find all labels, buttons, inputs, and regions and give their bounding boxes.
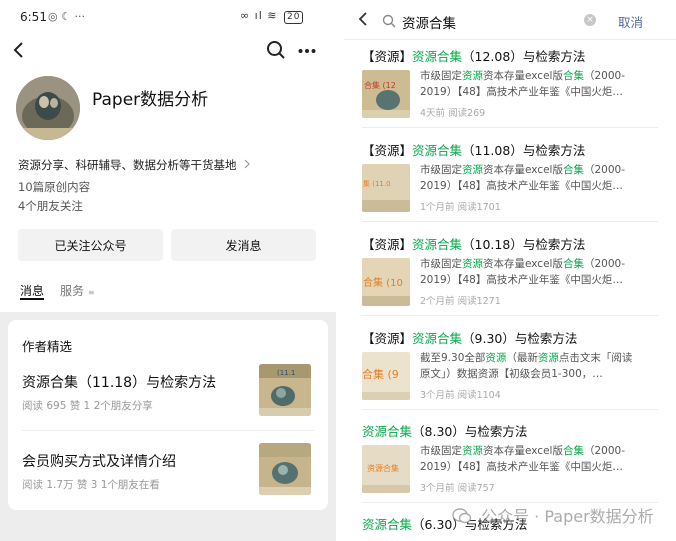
result-meta: 1个月前 阅读1701	[420, 202, 501, 213]
thumb-text: 合集 (10	[363, 276, 403, 289]
battery-icon: 20	[284, 11, 304, 24]
author-picks-card: 作者精选 资源合集（11.18）与检索方法 阅读 695 赞 1 2个朋友分享 …	[8, 320, 328, 510]
wechat-icon	[452, 507, 472, 528]
thumb-text: 集 (11.0	[363, 179, 391, 188]
result-snippet: 市级固定资源资本存量excel版合集（2000-2019）【48】高技术产业年鉴…	[420, 445, 625, 473]
account-avatar[interactable]	[16, 76, 80, 140]
result-title: 【资源】资源合集（9.30）与检索方法	[362, 331, 578, 346]
chevron-right-icon	[244, 158, 251, 172]
result-title: 【资源】资源合集（11.08）与检索方法	[362, 143, 586, 158]
divider	[362, 221, 658, 222]
back-icon[interactable]	[358, 11, 368, 32]
pick-item[interactable]: 会员购买方式及详情介绍 阅读 1.7万 赞 3 1个朋友在看	[22, 451, 222, 492]
result-title: 【资源】资源合集（12.08）与检索方法	[362, 49, 586, 64]
cancel-button[interactable]: 取消	[618, 12, 643, 31]
tab-services[interactable]: 服务 ≡	[60, 282, 95, 299]
thumb-text: 合集 (12	[364, 80, 396, 90]
pick-title: 会员购买方式及详情介绍	[22, 454, 176, 470]
signal-wifi-icons: ∞ ıl ≋	[240, 9, 278, 22]
thumb-text: 合集 (9	[362, 367, 399, 381]
result-thumbnail: 集 (11.0	[362, 164, 410, 212]
pick-item[interactable]: 资源合集（11.18）与检索方法 阅读 695 赞 1 2个朋友分享	[22, 372, 222, 413]
divider	[22, 430, 314, 431]
divider	[362, 127, 658, 128]
pick-thumbnail[interactable]: (11.1	[259, 364, 311, 416]
result-item[interactable]: 【资源】资源合集（11.08）与检索方法	[362, 140, 585, 159]
watermark-text: 公众号 · Paper数据分析	[481, 507, 654, 526]
account-profile-panel: 6:51 ◎ ☾ ··· ∞ ıl ≋ 20 Paper数据分析 资源分享、科研…	[0, 0, 336, 541]
watermark: 公众号 · Paper数据分析	[452, 503, 654, 528]
result-thumbnail: 合集 (9	[362, 352, 410, 400]
status-time: 6:51	[20, 10, 47, 24]
more-options-icon[interactable]	[298, 38, 316, 59]
result-title: 【资源】资源合集（10.18）与检索方法	[362, 237, 586, 252]
pick-thumbnail[interactable]	[259, 443, 311, 495]
result-snippet: 市级固定资源资本存量excel版合集（2000-2019）【48】高技术产业年鉴…	[420, 258, 625, 286]
result-item[interactable]: 【资源】资源合集（12.08）与检索方法	[362, 46, 585, 65]
result-snippet: 截至9.30全部资源（最新资源点击文末「阅读原文」）数据资源【初级会员1-300…	[420, 352, 633, 380]
active-tab-indicator	[20, 298, 44, 300]
svg-text:(11.1: (11.1	[277, 369, 295, 377]
menu-icon: ≡	[87, 288, 95, 297]
tab-messages[interactable]: 消息	[20, 282, 44, 299]
result-item[interactable]: 【资源】资源合集（10.18）与检索方法	[362, 234, 585, 253]
status-notification-icons: ◎ ☾ ···	[48, 10, 85, 23]
result-meta: 3个月前 阅读1104	[420, 390, 501, 401]
search-icon[interactable]	[266, 40, 286, 64]
result-item[interactable]: 资源合集（8.30）与检索方法	[362, 421, 527, 440]
account-description[interactable]: 资源分享、科研辅导、数据分析等干货基地	[18, 157, 251, 173]
pick-meta: 阅读 695 赞 1 2个朋友分享	[22, 400, 153, 412]
pick-title: 资源合集（11.18）与检索方法	[22, 375, 217, 391]
result-snippet: 市级固定资源资本存量excel版合集（2000-2019）【48】高技术产业年鉴…	[420, 164, 625, 192]
author-picks-title: 作者精选	[22, 339, 73, 354]
result-item[interactable]: 【资源】资源合集（9.30）与检索方法	[362, 328, 577, 347]
result-thumbnail: 资源合集	[362, 445, 410, 493]
result-meta: 2个月前 阅读1271	[420, 296, 501, 307]
result-meta: 4天前 阅读269	[420, 108, 486, 119]
search-icon	[382, 13, 396, 32]
send-message-button[interactable]: 发消息	[171, 229, 316, 261]
result-thumbnail: 合集 (10	[362, 258, 410, 306]
description-text: 资源分享、科研辅导、数据分析等干货基地	[18, 158, 237, 172]
friends-following: 4个朋友关注	[18, 199, 83, 213]
search-input[interactable]: 资源合集	[402, 12, 456, 32]
account-name: Paper数据分析	[92, 90, 209, 110]
pick-meta: 阅读 1.7万 赞 3 1个朋友在看	[22, 479, 160, 491]
result-meta: 3个月前 阅读757	[420, 483, 495, 494]
clear-icon[interactable]: ×	[584, 14, 596, 26]
back-icon[interactable]	[12, 40, 24, 64]
tab-services-label: 服务	[60, 284, 85, 298]
result-thumbnail: 合集 (12	[362, 70, 410, 118]
divider	[344, 39, 676, 40]
search-results-panel: 资源合集 × 取消 【资源】资源合集（12.08）与检索方法 合集 (12 市级…	[344, 0, 676, 541]
result-title: 资源合集（8.30）与检索方法	[362, 424, 528, 439]
original-count: 10篇原创内容	[18, 180, 91, 194]
divider	[362, 409, 658, 410]
followed-button[interactable]: 已关注公众号	[18, 229, 163, 261]
result-snippet: 市级固定资源资本存量excel版合集（2000-2019）【48】高技术产业年鉴…	[420, 70, 625, 98]
divider	[362, 315, 658, 316]
thumb-text: 资源合集	[367, 463, 399, 473]
status-system-icons: ∞ ıl ≋ 20	[240, 9, 304, 24]
